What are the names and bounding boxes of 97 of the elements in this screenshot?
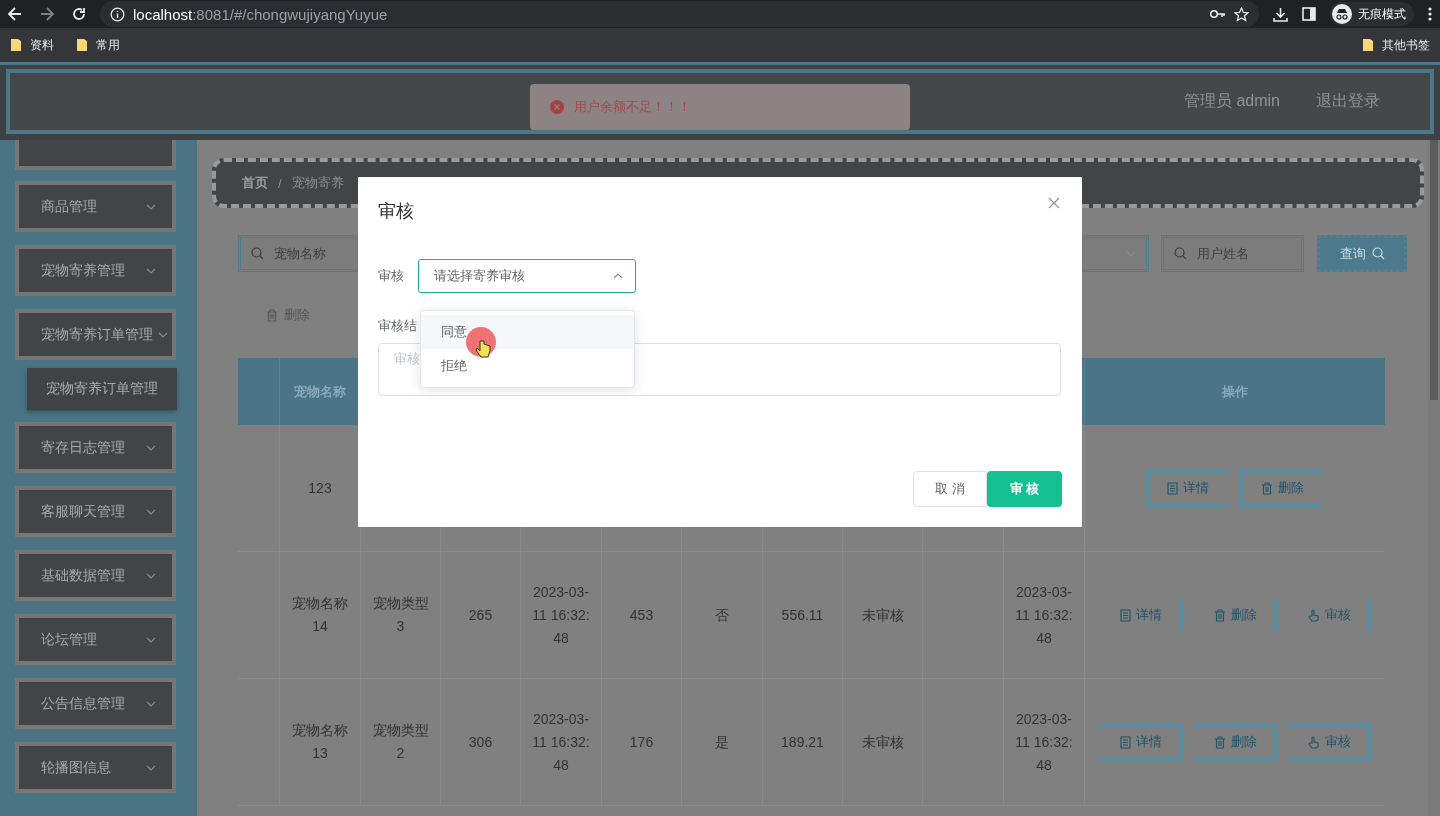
table-cell: 未审核 [843, 679, 923, 806]
search-icon [1371, 247, 1385, 260]
detail-button[interactable]: 详情 [1099, 596, 1183, 634]
document-icon [1120, 735, 1131, 749]
table-cell: 265 [441, 552, 521, 679]
reload-icon[interactable] [72, 7, 86, 21]
table-cell: 否 [682, 552, 763, 679]
cancel-button[interactable]: 取 消 [913, 471, 987, 507]
dropdown-option[interactable]: 同意 [421, 315, 634, 349]
table-header [238, 358, 280, 425]
table-cell: 宠物类型2 [361, 679, 441, 806]
trash-icon [1213, 735, 1226, 749]
table-cell: 189.21 [763, 679, 843, 806]
delete-button[interactable]: 删除 [1193, 723, 1277, 761]
table-cell: 未审核 [843, 552, 923, 679]
bookmark-link[interactable]: 资料 [30, 36, 54, 54]
menu-icon[interactable] [1428, 7, 1432, 21]
chevron-icon [146, 508, 156, 515]
table-cell: 2023-03-11 16:32:48 [1004, 679, 1085, 806]
table-cell: 宠物名称14 [280, 552, 361, 679]
detail-button[interactable]: 详情 [1146, 469, 1230, 507]
chevron-icon [146, 203, 156, 210]
table-cell: 2023-03-11 16:32:48 [1004, 552, 1085, 679]
sidebar-item[interactable]: 商品管理 [15, 181, 176, 232]
user-label: 管理员 admin [1183, 91, 1280, 111]
sidebar-item[interactable]: 基础数据管理 [15, 550, 176, 601]
bookmark-link[interactable]: 其他书签 [1382, 36, 1430, 54]
logout-link[interactable]: 退出登录 [1316, 91, 1380, 112]
table-cell: 宠物名称13 [280, 679, 361, 806]
info-icon [110, 6, 125, 22]
sidebar-icon[interactable] [1302, 7, 1316, 21]
hand-icon [1307, 608, 1320, 622]
review-button[interactable]: 审核 [1287, 723, 1371, 761]
delete-button[interactable]: 删除 [1193, 596, 1277, 634]
address-bar[interactable]: localhost:8081/#/chongwujiyangYuyue [100, 1, 1259, 27]
close-icon[interactable] [1048, 197, 1060, 209]
field-label: 审核结 [378, 317, 418, 335]
star-icon[interactable] [1234, 6, 1249, 22]
review-select[interactable]: 请选择寄养审核 [418, 259, 636, 293]
table-cell: 2023-03-11 16:32:48 [521, 679, 602, 806]
document-icon [1167, 481, 1178, 495]
table-cell: 是 [682, 679, 763, 806]
chevron-icon [146, 636, 156, 643]
scrollbar[interactable] [1428, 140, 1440, 816]
detail-button[interactable]: 详情 [1099, 723, 1183, 761]
sidebar-item[interactable]: 轮播图信息 [15, 742, 176, 793]
profile-button[interactable]: 无痕模式 [1330, 2, 1414, 26]
search-field[interactable]: 用户姓名 [1161, 235, 1304, 272]
bookmark-link[interactable]: 常用 [96, 36, 120, 54]
sidebar-item[interactable]: 寄存日志管理 [15, 422, 176, 473]
trash-icon [1260, 481, 1273, 495]
download-icon[interactable] [1273, 6, 1288, 22]
back-icon[interactable] [8, 7, 22, 21]
table-cell: 306 [441, 679, 521, 806]
table-cell: 2023-03-11 16:32:48 [521, 552, 602, 679]
table-cell: 453 [602, 552, 682, 679]
trash-icon [266, 308, 278, 322]
chevron-icon [146, 572, 156, 579]
column-header: 宠物名称 [280, 358, 361, 425]
table-cell: 556.11 [763, 552, 843, 679]
sidebar-item[interactable]: 宠物寄养管理 [15, 245, 176, 296]
folder-icon [1362, 38, 1374, 52]
column-header: 操作 [1085, 358, 1385, 425]
query-button[interactable]: 查询 [1317, 235, 1407, 272]
chevron-icon [146, 700, 156, 707]
key-icon[interactable] [1210, 9, 1226, 19]
search-icon [1174, 247, 1187, 260]
chevron-icon [146, 444, 156, 451]
incognito-icon [1332, 4, 1352, 24]
error-icon [550, 100, 564, 114]
confirm-button[interactable]: 审 核 [987, 471, 1062, 507]
search-icon [251, 247, 264, 260]
breadcrumb-item: 宠物寄养 [291, 174, 344, 192]
breadcrumb-link[interactable]: 首页 [242, 174, 268, 192]
submenu-item[interactable]: 宠物寄养订单管理 [27, 368, 177, 410]
delete-button[interactable]: 删除 [1240, 469, 1324, 507]
chevron-icon [613, 273, 623, 279]
review-button[interactable]: 审核 [1287, 596, 1371, 634]
folder-icon [76, 38, 88, 52]
dropdown-option[interactable]: 拒绝 [421, 349, 634, 383]
table-cell: 176 [602, 679, 682, 806]
sidebar-item[interactable]: 宠物寄养订单管理 [15, 309, 176, 360]
folder-icon [10, 38, 22, 52]
document-icon [1120, 608, 1131, 622]
trash-icon [1213, 608, 1226, 622]
sidebar-item[interactable]: 公告信息管理 [15, 678, 176, 729]
chevron-icon [158, 331, 168, 338]
chevron-icon [146, 267, 156, 274]
forward-icon[interactable] [40, 7, 54, 21]
hand-icon [1307, 735, 1320, 749]
breadcrumb-separator: / [278, 175, 282, 191]
sidebar-item[interactable]: 论坛管理 [15, 614, 176, 665]
chevron-icon [146, 764, 156, 771]
sidebar-item[interactable]: 客服聊天管理 [15, 486, 176, 537]
table-cell: 宠物类型3 [361, 552, 441, 679]
dialog-title: 审核 [378, 200, 414, 223]
url-text: localhost:8081/#/chongwujiyangYuyue [133, 5, 388, 23]
